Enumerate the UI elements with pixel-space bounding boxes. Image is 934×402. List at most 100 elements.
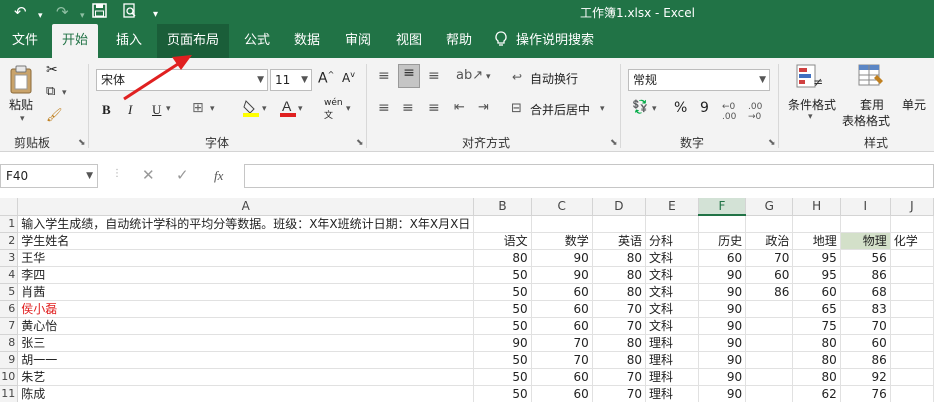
font-size-combo[interactable]: 11 ▼ bbox=[270, 69, 312, 91]
cell-h1[interactable] bbox=[792, 215, 841, 233]
cell-d11[interactable]: 70 bbox=[592, 385, 647, 402]
cell-e2[interactable]: 分科 bbox=[645, 232, 699, 250]
print-preview-icon[interactable] bbox=[122, 3, 137, 22]
accounting-format-icon[interactable]: 💱 bbox=[632, 100, 648, 115]
row-header[interactable]: 7 bbox=[0, 317, 19, 335]
tab-home[interactable]: 开始 bbox=[52, 24, 99, 58]
cell-b1[interactable] bbox=[473, 215, 532, 233]
phonetic-guide-icon[interactable]: wén 文 bbox=[324, 98, 343, 121]
cell-h8[interactable]: 80 bbox=[792, 334, 841, 352]
cell-e3[interactable]: 文科 bbox=[645, 249, 699, 267]
cell-a5[interactable]: 肖茜 bbox=[17, 283, 475, 301]
customize-toolbar-icon[interactable]: ▾ bbox=[153, 6, 158, 24]
cell-i3[interactable]: 56 bbox=[840, 249, 891, 267]
middle-align-icon[interactable]: ≡ bbox=[398, 64, 420, 88]
cell-c1[interactable] bbox=[531, 215, 593, 233]
tab-data[interactable]: 数据 bbox=[284, 24, 330, 58]
cell-j6[interactable] bbox=[890, 300, 934, 318]
cell-f2[interactable]: 历史 bbox=[698, 232, 747, 250]
orientation-dropdown-icon[interactable]: ▾ bbox=[486, 72, 491, 82]
conditional-format-button[interactable]: 条件格式 bbox=[788, 96, 836, 113]
name-box[interactable]: F40 ▼ bbox=[0, 164, 98, 188]
cell-a9[interactable]: 胡一一 bbox=[17, 351, 475, 369]
format-painter-icon[interactable]: 🖌 bbox=[46, 108, 63, 123]
font-name-combo[interactable]: 宋体 ▼ bbox=[96, 69, 268, 91]
cell-h5[interactable]: 60 bbox=[792, 283, 841, 301]
cell-f10[interactable]: 90 bbox=[698, 368, 747, 386]
cell-c9[interactable]: 70 bbox=[531, 351, 593, 369]
borders-dropdown-icon[interactable]: ▾ bbox=[210, 104, 215, 114]
cell-c4[interactable]: 90 bbox=[531, 266, 593, 284]
cell-b8[interactable]: 90 bbox=[473, 334, 532, 352]
row-header[interactable]: 4 bbox=[0, 266, 19, 284]
redo-icon[interactable]: ↷ bbox=[56, 3, 69, 21]
fill-color-icon[interactable] bbox=[242, 98, 260, 121]
cell-a7[interactable]: 黄心怡 bbox=[17, 317, 475, 335]
conditional-format-dropdown-icon[interactable]: ▾ bbox=[808, 112, 813, 122]
number-launcher-icon[interactable]: ⬊ bbox=[768, 138, 776, 148]
comma-style-button[interactable]: 9 bbox=[700, 100, 709, 116]
cell-e7[interactable]: 文科 bbox=[645, 317, 699, 335]
cell-h4[interactable]: 95 bbox=[792, 266, 841, 284]
cell-b9[interactable]: 50 bbox=[473, 351, 532, 369]
tab-review[interactable]: 审阅 bbox=[335, 24, 381, 58]
select-all-corner[interactable] bbox=[0, 198, 19, 216]
row-header[interactable]: 11 bbox=[0, 385, 19, 402]
increase-font-icon[interactable]: A^ bbox=[318, 70, 334, 87]
format-as-table-label-1[interactable]: 套用 bbox=[860, 96, 884, 113]
cell-d9[interactable]: 80 bbox=[592, 351, 647, 369]
cell-j5[interactable] bbox=[890, 283, 934, 301]
conditional-format-icon[interactable]: ≠ bbox=[796, 64, 824, 93]
tab-help[interactable]: 帮助 bbox=[436, 24, 482, 58]
cell-b5[interactable]: 50 bbox=[473, 283, 532, 301]
cell-i5[interactable]: 68 bbox=[840, 283, 891, 301]
cell-e4[interactable]: 文科 bbox=[645, 266, 699, 284]
column-header-j[interactable]: J bbox=[890, 198, 934, 216]
row-header[interactable]: 9 bbox=[0, 351, 19, 369]
cell-g5[interactable]: 86 bbox=[745, 283, 794, 301]
fill-color-dropdown-icon[interactable]: ▾ bbox=[262, 104, 267, 114]
cell-d3[interactable]: 80 bbox=[592, 249, 647, 267]
cell-c8[interactable]: 70 bbox=[531, 334, 593, 352]
row-header[interactable]: 1 bbox=[0, 215, 19, 233]
merge-dropdown-icon[interactable]: ▾ bbox=[600, 104, 605, 114]
cell-b7[interactable]: 50 bbox=[473, 317, 532, 335]
borders-icon[interactable]: ⊞ bbox=[192, 100, 204, 116]
cell-a11[interactable]: 陈成 bbox=[17, 385, 475, 402]
cell-j4[interactable] bbox=[890, 266, 934, 284]
cell-h2[interactable]: 地理 bbox=[792, 232, 841, 250]
percent-button[interactable]: % bbox=[674, 100, 687, 116]
cell-b3[interactable]: 80 bbox=[473, 249, 532, 267]
number-format-combo[interactable]: 常规 ▼ bbox=[628, 69, 770, 91]
cell-h9[interactable]: 80 bbox=[792, 351, 841, 369]
bold-button[interactable]: B bbox=[102, 102, 111, 118]
merge-center-button[interactable]: 合并后居中 bbox=[530, 101, 590, 118]
cell-h10[interactable]: 80 bbox=[792, 368, 841, 386]
row-header[interactable]: 8 bbox=[0, 334, 19, 352]
cell-f9[interactable]: 90 bbox=[698, 351, 747, 369]
cell-d2[interactable]: 英语 bbox=[592, 232, 647, 250]
cell-styles-button[interactable]: 单元 bbox=[902, 96, 926, 113]
cell-j10[interactable] bbox=[890, 368, 934, 386]
cell-g11[interactable] bbox=[745, 385, 794, 402]
cell-g6[interactable] bbox=[745, 300, 794, 318]
cell-c3[interactable]: 90 bbox=[531, 249, 593, 267]
align-right-icon[interactable]: ≡ bbox=[428, 100, 440, 116]
tab-file[interactable]: 文件 bbox=[2, 24, 48, 58]
column-header-f[interactable]: F bbox=[698, 198, 747, 216]
cell-e9[interactable]: 理科 bbox=[645, 351, 699, 369]
cell-e10[interactable]: 理科 bbox=[645, 368, 699, 386]
column-header-c[interactable]: C bbox=[531, 198, 593, 216]
save-icon[interactable] bbox=[92, 3, 107, 22]
cell-b4[interactable]: 50 bbox=[473, 266, 532, 284]
column-header-a[interactable]: A bbox=[17, 198, 475, 216]
cell-e1[interactable] bbox=[645, 215, 699, 233]
phonetic-dropdown-icon[interactable]: ▾ bbox=[346, 104, 351, 114]
copy-icon[interactable]: ⧉ bbox=[46, 84, 55, 99]
decrease-decimal-icon[interactable]: .00 →0 bbox=[748, 102, 762, 122]
cell-g3[interactable]: 70 bbox=[745, 249, 794, 267]
cell-i1[interactable] bbox=[840, 215, 891, 233]
align-center-icon[interactable]: ≡ bbox=[402, 100, 414, 116]
cut-icon[interactable]: ✂ bbox=[46, 62, 58, 78]
cell-a10[interactable]: 朱艺 bbox=[17, 368, 475, 386]
